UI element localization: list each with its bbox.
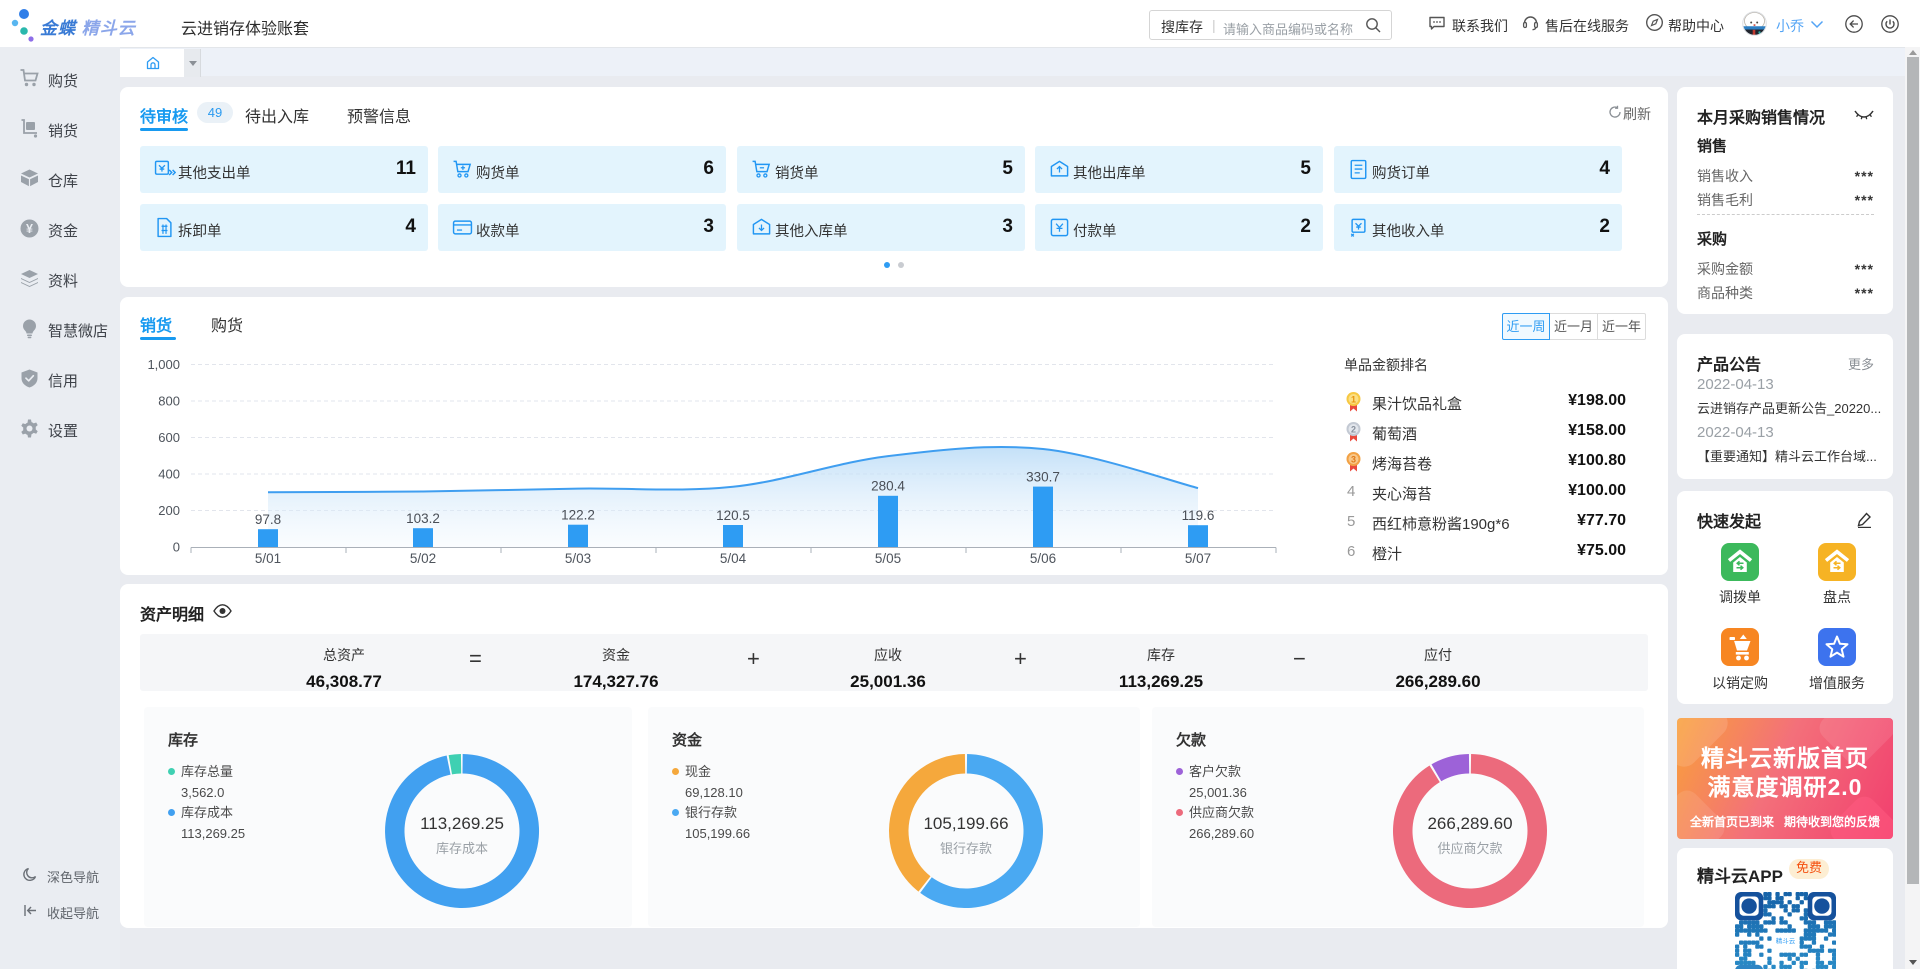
svg-text:103.2: 103.2 [406,511,440,526]
svg-text:2: 2 [1351,425,1356,435]
svg-text:120.5: 120.5 [716,508,750,523]
svg-text:¥: ¥ [26,222,33,236]
svg-text:330.7: 330.7 [1026,470,1060,485]
svg-text:200: 200 [158,503,180,518]
svg-text:5/01: 5/01 [255,551,281,566]
svg-text:5/07: 5/07 [1185,551,1211,566]
svg-text:5/03: 5/03 [565,551,591,566]
svg-text:97.8: 97.8 [255,512,281,527]
svg-text:5/05: 5/05 [875,551,901,566]
svg-text:0: 0 [173,540,180,555]
svg-text:1: 1 [1351,395,1356,405]
svg-text:122.2: 122.2 [561,508,595,523]
svg-text:600: 600 [158,430,180,445]
svg-text:5/02: 5/02 [410,551,436,566]
svg-text:5/06: 5/06 [1030,551,1056,566]
svg-text:800: 800 [158,394,180,409]
svg-text:5/04: 5/04 [720,551,747,566]
svg-text:280.4: 280.4 [871,479,905,494]
svg-text:119.6: 119.6 [1182,508,1215,523]
svg-text:1,000: 1,000 [147,357,180,372]
svg-text:400: 400 [158,467,180,482]
svg-text:精斗云: 精斗云 [1776,936,1796,945]
svg-text:3: 3 [1351,455,1356,465]
